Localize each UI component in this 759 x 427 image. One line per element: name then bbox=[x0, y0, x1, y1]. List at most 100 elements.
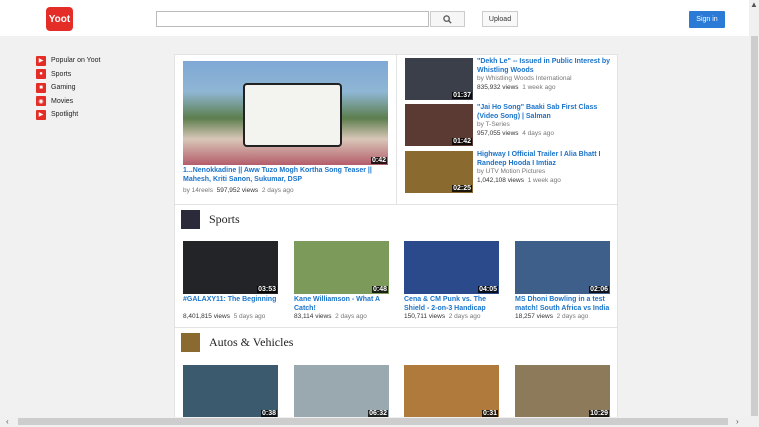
popular-icon: ▶ bbox=[36, 55, 46, 66]
scroll-up-icon[interactable]: ▲ bbox=[750, 0, 758, 10]
side-video[interactable]: 02:25 Highway I Official Trailer I Alia … bbox=[405, 151, 615, 195]
spotlight-icon: ▶ bbox=[36, 109, 46, 120]
video-title[interactable]: "Dekh Le" -- Issued in Public Interest b… bbox=[477, 58, 613, 75]
video-title[interactable]: Cena & CM Punk vs. The Shield - 2-on-3 H… bbox=[404, 296, 504, 313]
sidebar-item-gaming[interactable]: ■ Gaming bbox=[36, 81, 100, 94]
sidebar-item-label: Spotlight bbox=[51, 111, 79, 118]
video-duration: 0:38 bbox=[260, 410, 277, 417]
side-video[interactable]: 01:42 "Jai Ho Song" Baaki Sab First Clas… bbox=[405, 104, 615, 148]
video-thumbnail[interactable]: 0:38 bbox=[183, 365, 278, 418]
jeep-image bbox=[243, 83, 342, 147]
upload-age: 2 days ago bbox=[448, 313, 481, 320]
video-thumbnail[interactable]: 01:37 bbox=[405, 58, 473, 100]
grid-video[interactable]: 06:32 bbox=[294, 365, 394, 418]
video-duration: 02:25 bbox=[452, 185, 472, 192]
video-thumbnail[interactable]: 04:05 bbox=[404, 241, 499, 294]
sidebar-item-movies[interactable]: ◉ Movies bbox=[36, 95, 100, 108]
section-title[interactable]: Autos & Vehicles bbox=[209, 335, 293, 350]
grid-video[interactable]: 0:48 Kane Williamson - What A Catch! bbox=[294, 241, 394, 313]
horizontal-scrollbar[interactable]: ‹ › bbox=[0, 417, 749, 427]
divider bbox=[396, 55, 397, 204]
section-title[interactable]: Sports bbox=[209, 212, 240, 227]
gaming-icon: ■ bbox=[36, 82, 46, 93]
vertical-scrollbar[interactable]: ▲ bbox=[749, 0, 759, 427]
video-duration: 02:06 bbox=[589, 286, 609, 293]
upload-age: 2 days ago bbox=[335, 313, 367, 320]
video-duration: 0:48 bbox=[371, 286, 388, 293]
video-duration: 10:29 bbox=[589, 410, 609, 417]
grid-video[interactable]: 0:38 bbox=[183, 365, 283, 418]
view-count: 1,042,108 views bbox=[477, 177, 524, 184]
channel-name[interactable]: by Whistling Woods International bbox=[477, 75, 613, 82]
video-thumbnail[interactable]: 10:29 bbox=[515, 365, 610, 418]
view-count: 597,952 views bbox=[216, 187, 259, 194]
video-duration: 01:37 bbox=[452, 92, 472, 99]
vertical-scroll-thumb[interactable] bbox=[751, 36, 758, 416]
video-title[interactable]: Kane Williamson - What A Catch! bbox=[294, 296, 394, 313]
video-meta: 83,114 views 2 days ago bbox=[294, 313, 367, 320]
video-title[interactable]: "Jai Ho Song" Baaki Sab First Class (Vid… bbox=[477, 104, 613, 121]
video-duration: 04:05 bbox=[478, 286, 498, 293]
upload-age: 5 days ago bbox=[233, 313, 266, 320]
video-meta: 18,257 views 2 days ago bbox=[515, 313, 588, 320]
channel-name[interactable]: by UTV Motion Pictures bbox=[477, 168, 613, 175]
sports-channel-icon[interactable] bbox=[181, 210, 200, 229]
view-count: 150,711 views bbox=[404, 313, 446, 320]
view-count: 835,932 views bbox=[477, 84, 519, 91]
video-thumbnail[interactable]: 01:42 bbox=[405, 104, 473, 146]
video-meta: 8,401,815 views 5 days ago bbox=[183, 313, 265, 320]
video-thumbnail[interactable]: 02:25 bbox=[405, 151, 473, 193]
video-thumbnail[interactable]: 03:53 bbox=[183, 241, 278, 294]
video-thumbnail[interactable]: 06:32 bbox=[294, 365, 389, 418]
video-title[interactable]: MS Dhoni Bowling in a test match! South … bbox=[515, 296, 615, 313]
section-header: Sports bbox=[181, 210, 240, 229]
featured-video-title[interactable]: 1...Nenokkadine || Aww Tuzo Mogh Kortha … bbox=[183, 167, 393, 184]
autos-channel-icon[interactable] bbox=[181, 333, 200, 352]
sign-in-button[interactable]: Sign in bbox=[689, 11, 725, 28]
search-input[interactable] bbox=[156, 11, 429, 27]
scroll-right-icon[interactable]: › bbox=[736, 417, 739, 427]
video-duration: 06:32 bbox=[368, 410, 388, 417]
video-title[interactable]: Highway I Official Trailer I Alia Bhatt … bbox=[477, 151, 613, 168]
video-duration: 01:42 bbox=[452, 138, 472, 145]
video-meta: 150,711 views 2 days ago bbox=[404, 313, 481, 320]
sports-icon: ● bbox=[36, 69, 46, 79]
search-button[interactable] bbox=[430, 11, 465, 27]
channel-name[interactable]: by T-Series bbox=[477, 121, 613, 128]
main-content: 0:42 1...Nenokkadine || Aww Tuzo Mogh Ko… bbox=[174, 54, 618, 420]
section-header: Autos & Vehicles bbox=[181, 333, 293, 352]
sidebar-item-label: Popular on Yoot bbox=[51, 57, 101, 64]
grid-video[interactable]: 02:06 MS Dhoni Bowling in a test match! … bbox=[515, 241, 615, 313]
divider bbox=[175, 327, 617, 328]
grid-video[interactable]: 04:05 Cena & CM Punk vs. The Shield - 2-… bbox=[404, 241, 504, 313]
channel-name[interactable]: by 14reels bbox=[183, 187, 213, 194]
upload-age: 4 days ago bbox=[522, 130, 554, 137]
sidebar-item-popular[interactable]: ▶ Popular on Yoot bbox=[36, 54, 100, 67]
view-count: 18,257 views bbox=[515, 313, 553, 320]
grid-video[interactable]: 10:29 bbox=[515, 365, 615, 418]
side-video[interactable]: 01:37 "Dekh Le" -- Issued in Public Inte… bbox=[405, 58, 615, 102]
featured-video-thumbnail[interactable]: 0:42 bbox=[183, 61, 388, 165]
yoot-logo[interactable]: Yoot bbox=[46, 7, 73, 31]
sidebar: ▶ Popular on Yoot ● Sports ■ Gaming ◉ Movies… bbox=[36, 54, 100, 122]
horizontal-scroll-thumb[interactable] bbox=[18, 418, 728, 425]
video-thumbnail[interactable]: 0:31 bbox=[404, 365, 499, 418]
grid-video[interactable]: 0:31 bbox=[404, 365, 504, 418]
view-count: 83,114 views bbox=[294, 313, 332, 320]
sidebar-item-label: Sports bbox=[51, 70, 72, 78]
grid-video[interactable]: 03:53 #GALAXY11: The Beginning bbox=[183, 241, 283, 305]
video-title[interactable]: #GALAXY11: The Beginning bbox=[183, 296, 283, 305]
sidebar-item-spotlight[interactable]: ▶ Spotlight bbox=[36, 108, 100, 121]
scroll-left-icon[interactable]: ‹ bbox=[6, 417, 9, 427]
video-thumbnail[interactable]: 0:48 bbox=[294, 241, 389, 294]
video-duration: 0:31 bbox=[481, 410, 498, 417]
upload-button[interactable]: Upload bbox=[482, 11, 518, 27]
video-thumbnail[interactable]: 02:06 bbox=[515, 241, 610, 294]
sidebar-item-label: Gaming bbox=[51, 84, 76, 91]
sidebar-item-label: Movies bbox=[51, 97, 74, 105]
search-icon bbox=[443, 14, 452, 24]
upload-age: 1 week ago bbox=[522, 84, 556, 91]
sidebar-item-sports[interactable]: ● Sports bbox=[36, 68, 100, 81]
top-bar: Yoot Upload Sign in bbox=[0, 0, 749, 36]
video-duration: 03:53 bbox=[257, 286, 277, 293]
